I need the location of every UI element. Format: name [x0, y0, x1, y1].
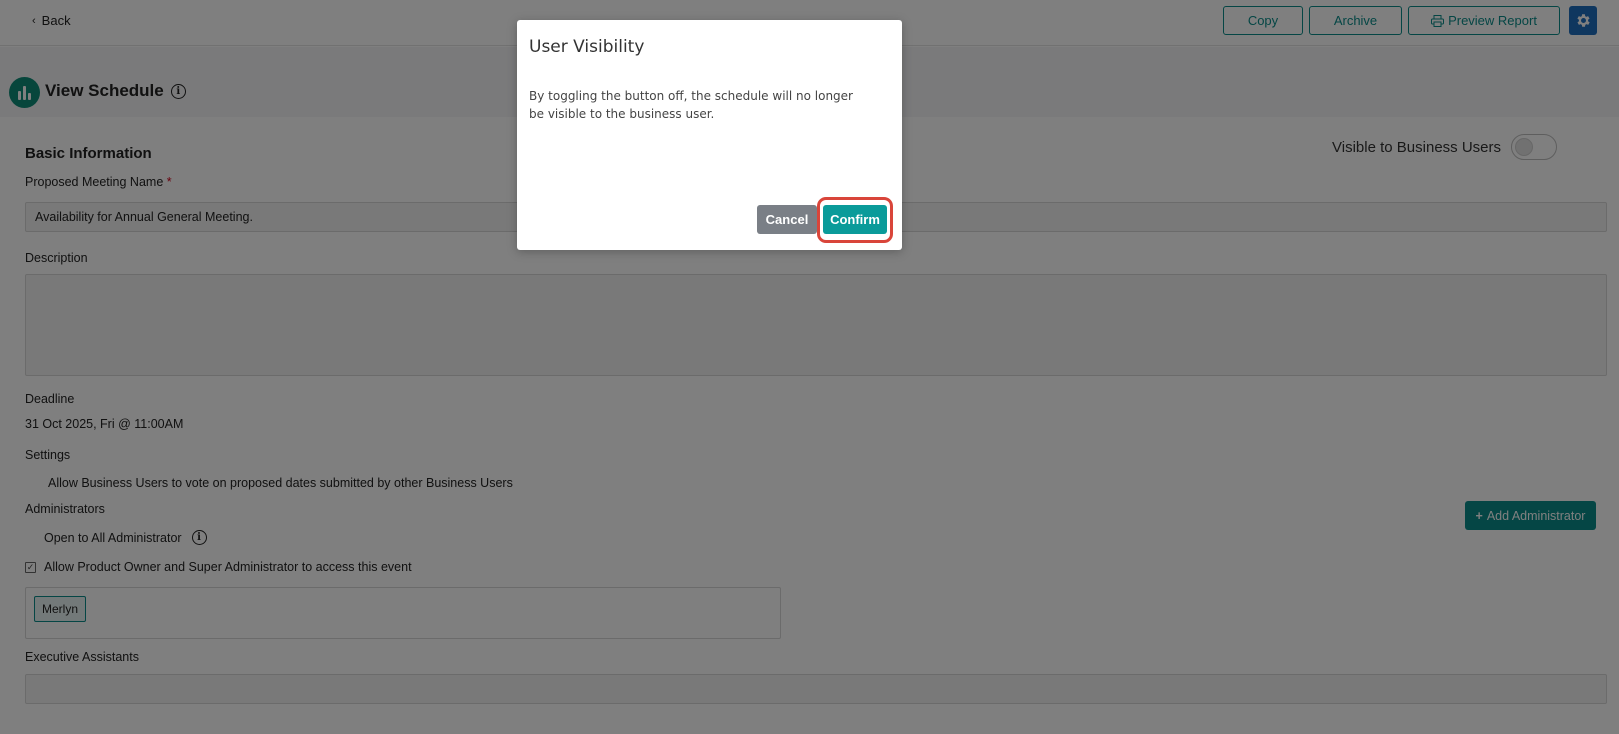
dialog-message: By toggling the button off, the schedule…: [529, 89, 853, 121]
cancel-button[interactable]: Cancel: [757, 205, 817, 234]
dialog-title: User Visibility: [529, 37, 645, 57]
confirm-button[interactable]: Confirm: [823, 205, 887, 234]
user-visibility-dialog: User Visibility By toggling the button o…: [517, 20, 902, 250]
confirm-label: Confirm: [830, 212, 880, 227]
cancel-label: Cancel: [765, 212, 809, 227]
